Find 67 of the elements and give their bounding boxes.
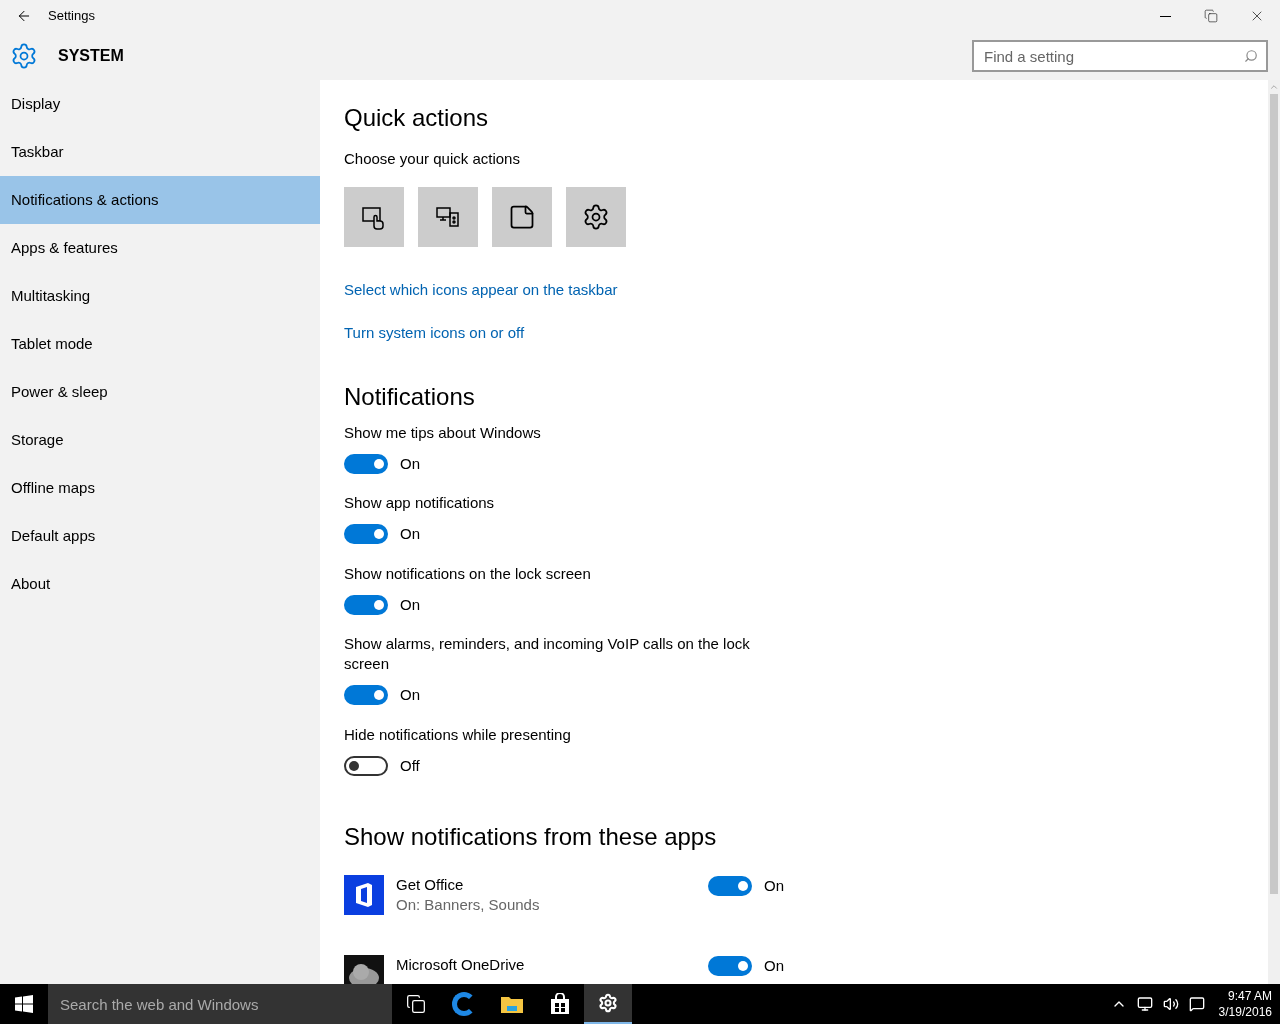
toggle-state: On: [764, 876, 784, 896]
clock[interactable]: 9:47 AM 3/19/2016: [1218, 988, 1272, 1020]
toggle-state: On: [764, 956, 784, 976]
shopping-bag-icon: [549, 993, 571, 1015]
toggle-switch[interactable]: [708, 956, 752, 977]
toggle-switch[interactable]: [344, 594, 388, 615]
section-title: SYSTEM: [58, 46, 124, 66]
sidebar-item[interactable]: Display: [0, 80, 320, 128]
quick-action-tile[interactable]: [418, 186, 478, 247]
subheading: Choose your quick actions: [344, 149, 521, 169]
sidebar-item[interactable]: Apps & features: [0, 224, 320, 272]
windows-logo-icon: [15, 995, 33, 1013]
back-arrow-icon: [16, 8, 32, 24]
quick-action-tile[interactable]: [344, 186, 404, 247]
toggle-switch[interactable]: [708, 876, 752, 897]
scrollbar-thumb[interactable]: [1270, 94, 1278, 894]
toggle-state: On: [400, 685, 420, 705]
sidebar-item[interactable]: Offline maps: [0, 464, 320, 512]
office-app-icon: [344, 875, 384, 915]
quick-action-tile[interactable]: [566, 186, 626, 247]
toggle-switch[interactable]: [344, 524, 388, 545]
app-name: Microsoft OneDrive: [396, 955, 525, 975]
section-heading: Show notifications from these apps: [344, 823, 718, 851]
link[interactable]: Select which icons appear on the taskbar: [344, 278, 618, 301]
toggle-state: On: [400, 524, 420, 544]
section-heading: Notifications: [344, 382, 476, 411]
app-detail: On: Banners, Sounds: [396, 895, 540, 915]
minimize-icon: [1159, 15, 1171, 17]
toggle-state: On: [400, 453, 420, 474]
setting-label: Show app notifications: [344, 493, 496, 513]
taskbar-search-field[interactable]: Search the web and Windows: [48, 984, 392, 1024]
scrollbar[interactable]: [1268, 80, 1280, 984]
setting-label: Show notifications on the lock screen: [344, 563, 592, 584]
gear-icon: [10, 42, 38, 70]
sidebar-item[interactable]: Multitasking: [0, 272, 320, 320]
network-icon[interactable]: [1136, 996, 1153, 1012]
sidebar-item[interactable]: Power & sleep: [0, 368, 320, 416]
sidebar-item[interactable]: Storage: [0, 416, 320, 464]
link[interactable]: Turn system icons on or off: [344, 322, 525, 345]
sidebar-item[interactable]: Notifications & actions: [0, 176, 320, 224]
app-name: Get Office: [396, 875, 465, 895]
sidebar-item[interactable]: Tablet mode: [0, 320, 320, 368]
action-center-icon[interactable]: [1188, 996, 1205, 1012]
task-view-icon: [406, 994, 426, 1014]
setting-label: Show me tips about Windows: [344, 422, 542, 443]
section-heading: Quick actions: [344, 104, 490, 132]
sidebar-item[interactable]: Default apps: [0, 512, 320, 560]
folder-icon: [500, 994, 524, 1014]
restore-icon: [1204, 9, 1218, 23]
sidebar-item[interactable]: About: [0, 560, 320, 608]
search-icon: [1244, 49, 1258, 63]
cloud-app-icon: [344, 955, 384, 984]
gear-icon: [598, 993, 618, 1013]
toggle-switch[interactable]: [344, 453, 388, 474]
toggle-state: Off: [400, 755, 420, 776]
quick-action-tile[interactable]: [492, 186, 552, 247]
speaker-icon[interactable]: [1162, 996, 1179, 1012]
setting-label: Show alarms, reminders, and incoming VoIP calls on the lock screen: [344, 634, 751, 674]
sidebar-item[interactable]: Taskbar: [0, 128, 320, 176]
setting-label: Hide notifications while presenting: [344, 724, 572, 745]
toggle-switch[interactable]: [344, 685, 388, 706]
taskbar-app[interactable]: [584, 984, 632, 1024]
window-title: Settings: [48, 7, 95, 26]
gear-icon: [582, 202, 610, 231]
toggle-state: On: [400, 594, 420, 615]
toggle-switch[interactable]: [344, 755, 388, 776]
search-field[interactable]: Find a setting: [972, 40, 1268, 72]
